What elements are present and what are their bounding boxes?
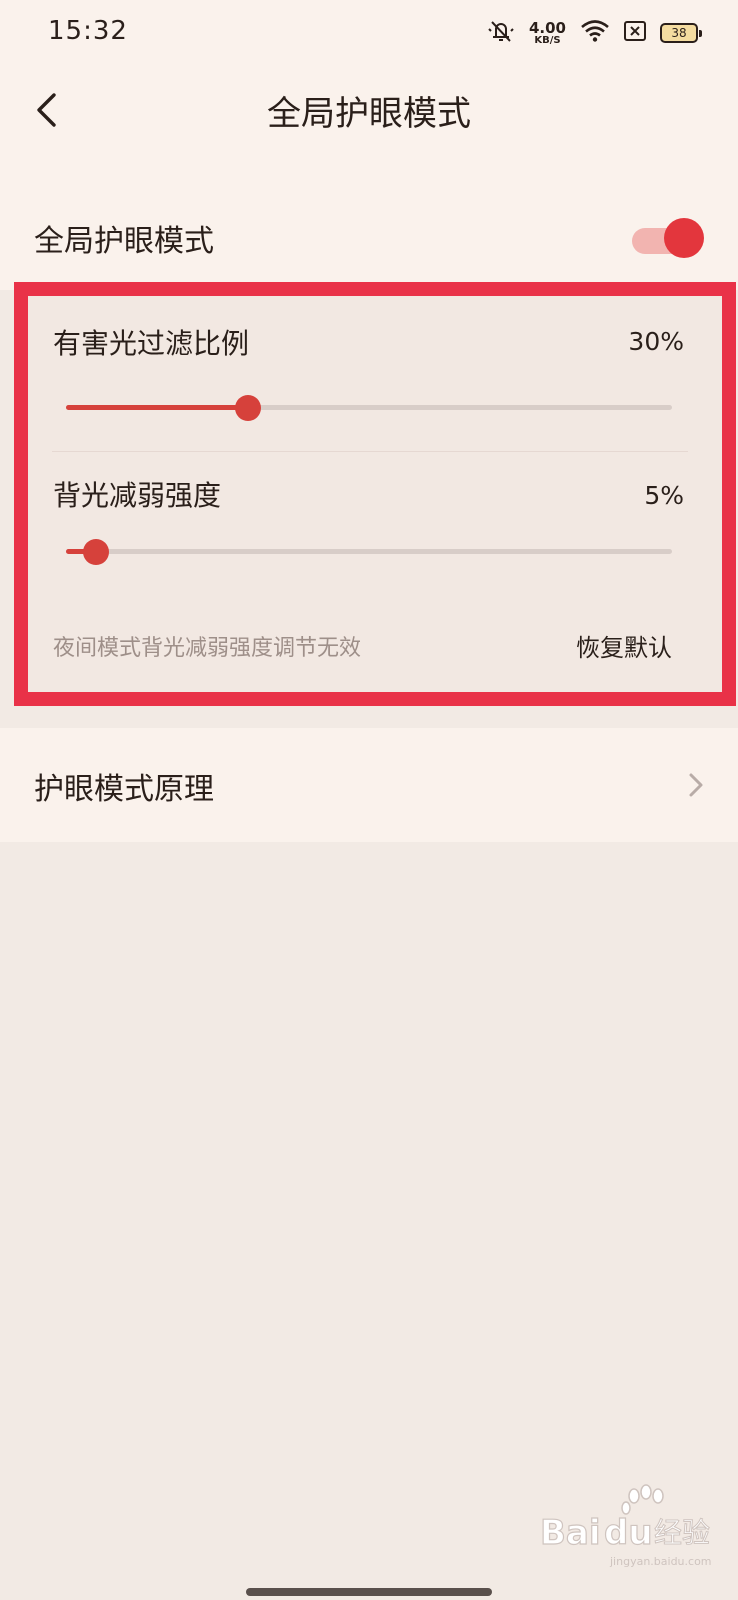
note-text: 夜间模式背光减弱强度调节无效 xyxy=(53,636,362,661)
svg-text:经验: 经验 xyxy=(654,1516,710,1549)
battery-icon: 38 xyxy=(660,23,702,43)
baidu-watermark-logo: Bai du 经验 xyxy=(539,1484,711,1552)
principle-row[interactable]: 护眼模式原理 xyxy=(0,728,738,842)
backlight-label: 背光减弱强度 xyxy=(53,479,222,512)
slider-rail xyxy=(66,549,672,554)
filter-ratio-slider[interactable] xyxy=(52,392,672,422)
toggle-knob xyxy=(664,218,704,258)
watermark-url: jingyan.baidu.com xyxy=(610,1555,712,1568)
filter-ratio-label: 有害光过滤比例 xyxy=(53,327,250,360)
page-title: 全局护眼模式 xyxy=(267,94,471,134)
principle-label: 护眼模式原理 xyxy=(34,772,214,807)
status-bar: 15:32 4.00 KB/S 38 xyxy=(0,0,738,64)
battery-level: 38 xyxy=(671,26,687,40)
slider-thumb[interactable] xyxy=(234,395,261,421)
sim-off-icon xyxy=(624,21,646,45)
home-indicator[interactable] xyxy=(246,1588,492,1596)
reset-default-button[interactable]: 恢复默认 xyxy=(576,628,672,663)
slider-fill xyxy=(66,405,248,410)
eye-care-toggle[interactable] xyxy=(632,218,704,258)
slider-thumb[interactable] xyxy=(83,539,110,565)
eye-care-label: 全局护眼模式 xyxy=(34,224,214,259)
wifi-icon xyxy=(580,19,610,47)
status-time: 15:32 xyxy=(48,16,128,46)
svg-text:du: du xyxy=(604,1513,653,1552)
filter-ratio-value: 30% xyxy=(628,327,684,356)
chevron-right-icon xyxy=(689,773,703,797)
status-icons: 4.00 KB/S 38 xyxy=(487,18,702,48)
mute-bell-icon xyxy=(487,18,515,48)
backlight-slider[interactable] xyxy=(52,536,672,566)
divider xyxy=(52,451,688,452)
net-speed-value: 4.00 xyxy=(528,18,566,37)
svg-text:Bai: Bai xyxy=(540,1513,601,1552)
backlight-value: 5% xyxy=(644,481,684,510)
net-speed-unit: KB/S xyxy=(534,34,561,46)
net-speed: 4.00 KB/S xyxy=(528,18,566,46)
